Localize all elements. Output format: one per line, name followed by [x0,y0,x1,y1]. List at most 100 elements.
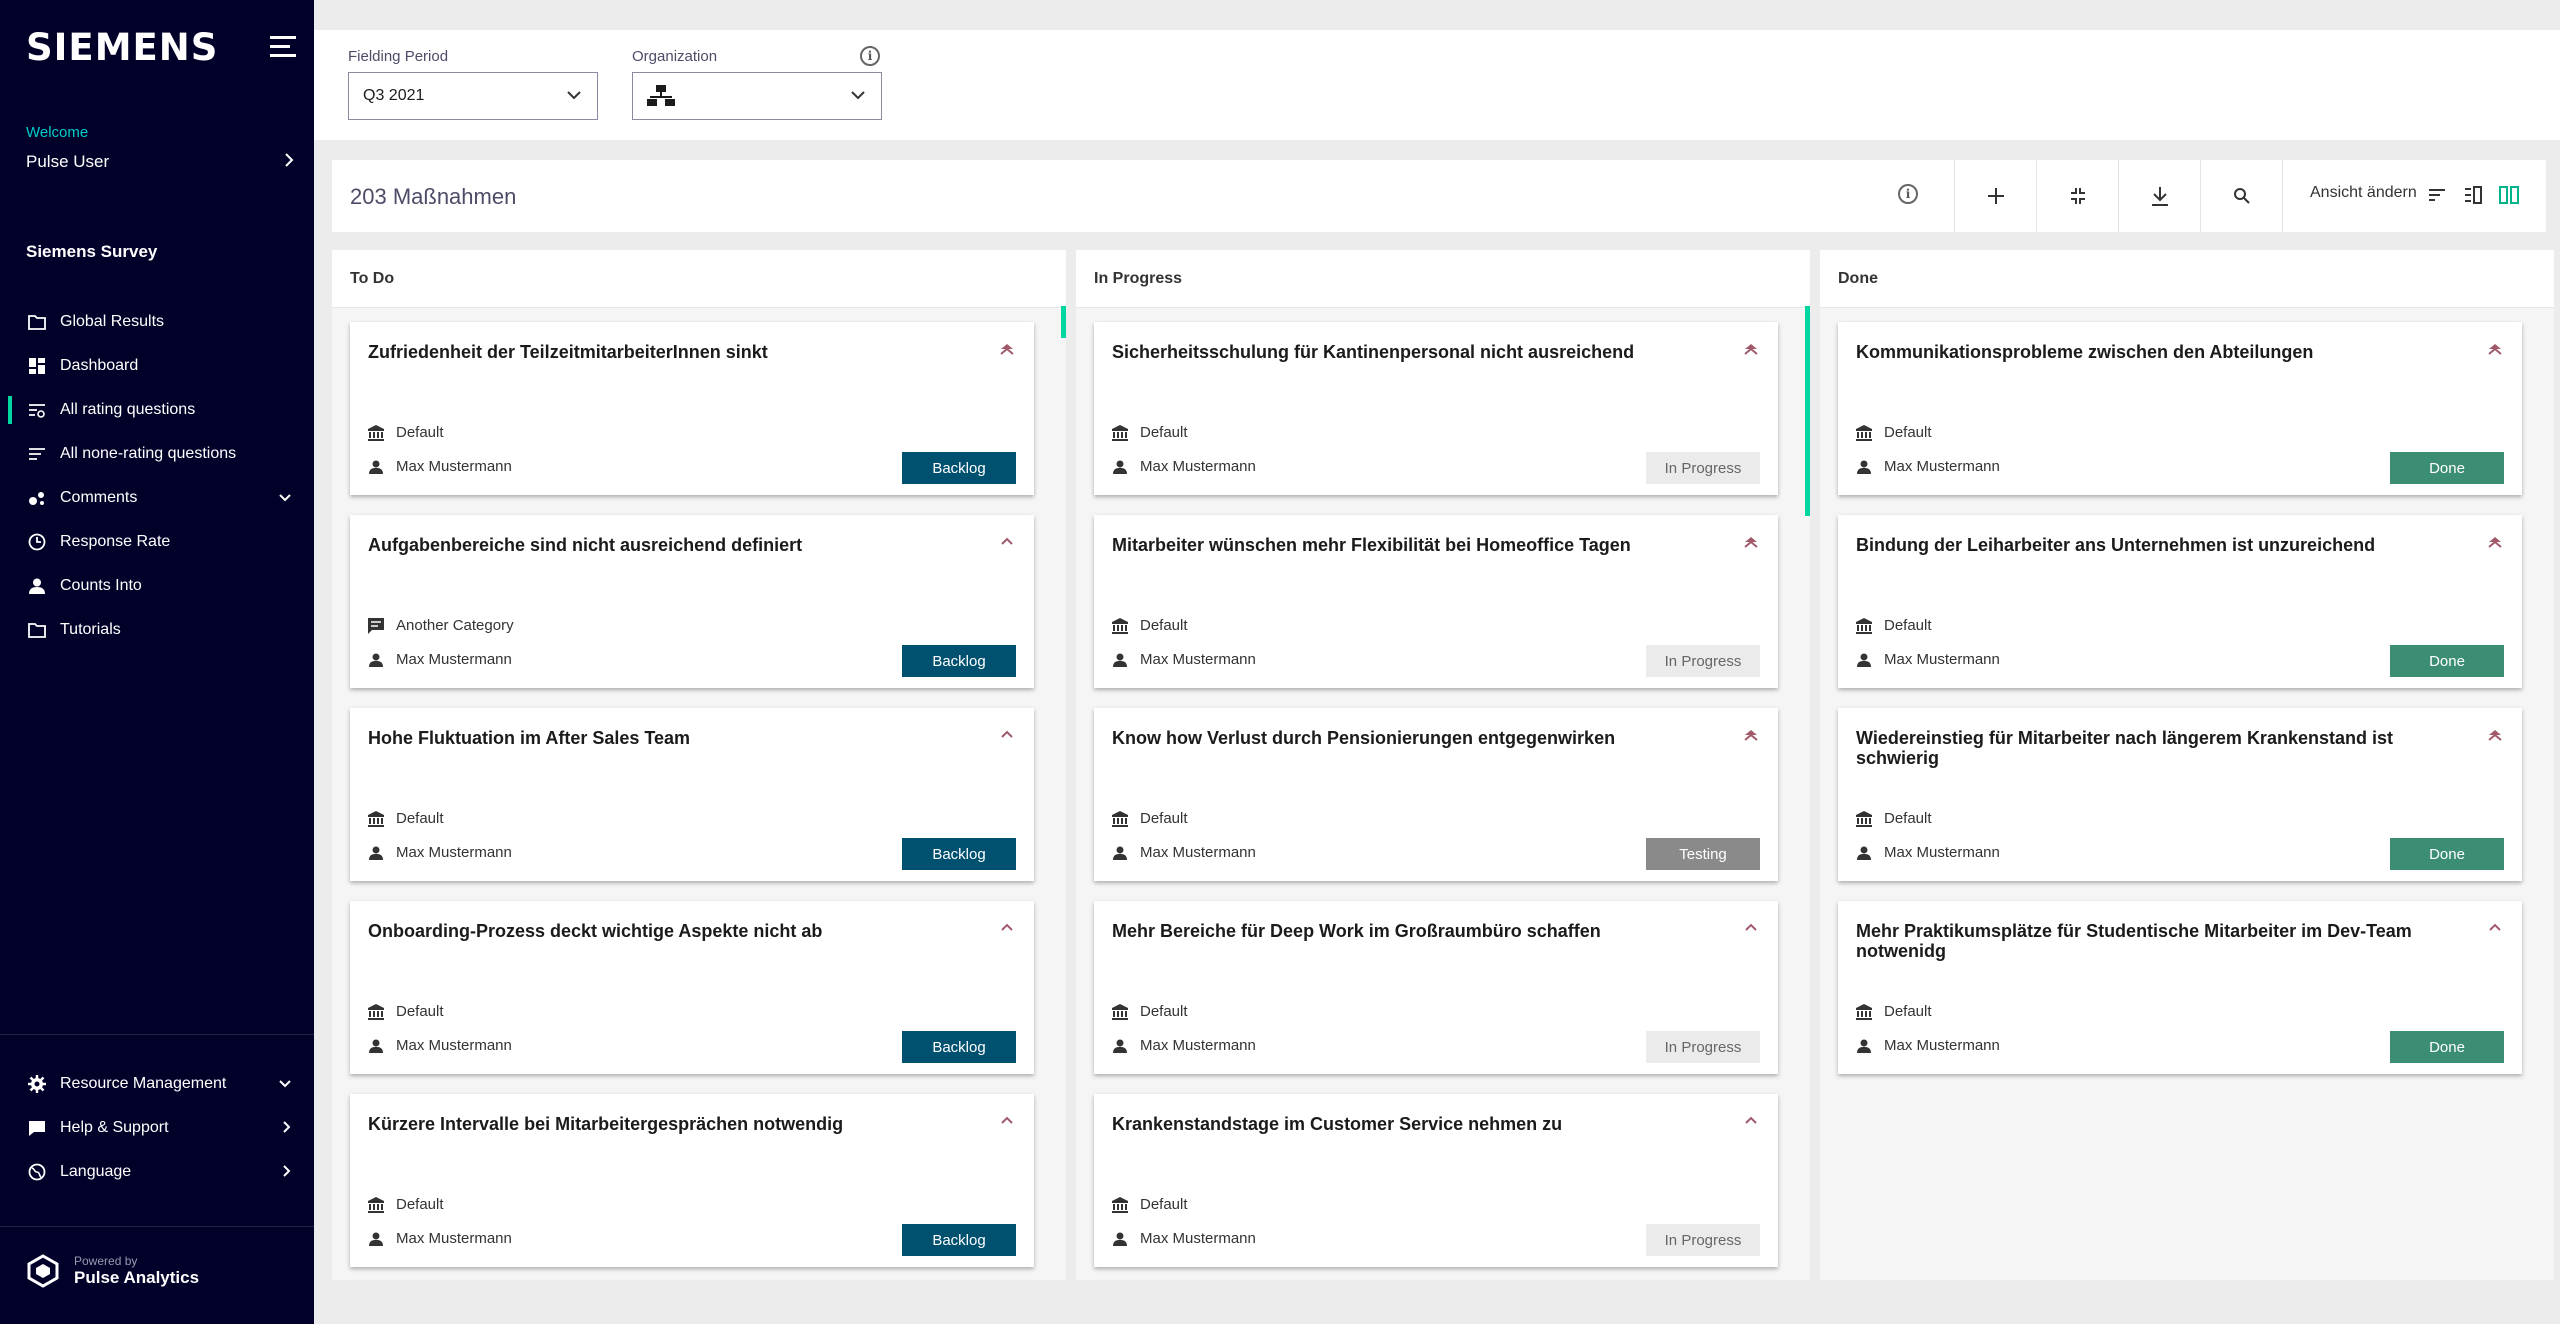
priority-highest-icon[interactable] [2488,728,2502,742]
action-card[interactable]: Know how Verlust durch Pensionierungen e… [1094,708,1778,881]
status-badge[interactable]: Backlog [902,838,1016,870]
person-icon [1112,845,1128,861]
status-badge[interactable]: Done [2390,1031,2504,1063]
action-card[interactable]: Mehr Praktikumsplätze für Studentische M… [1838,901,2522,1074]
action-card[interactable]: Hohe Fluktuation im After Sales Team Defa… [350,708,1034,881]
menu-toggle-icon[interactable] [270,36,296,58]
scrollbar[interactable] [1805,306,1810,516]
action-card[interactable]: Mitarbeiter wünschen mehr Flexibilität b… [1094,515,1778,688]
status-badge[interactable]: Done [2390,838,2504,870]
info-icon[interactable]: i [1898,184,1918,204]
chevron-down-icon [278,490,292,506]
category-label: Default [396,424,444,441]
owner-name: Max Mustermann [1884,458,2000,475]
card-category: Default [1112,424,1188,441]
gear-icon [28,1075,46,1093]
bank-icon [1112,1196,1128,1213]
priority-highest-icon[interactable] [1744,728,1758,742]
action-card[interactable]: Sicherheitsschulung für Kantinenpersonal… [1094,322,1778,495]
priority-high-icon[interactable] [1744,1114,1758,1128]
card-owner: Max Mustermann [368,844,512,861]
card-title: Zufriedenheit der TeilzeitmitarbeiterInn… [368,342,768,362]
sidebar-item-help-support[interactable]: Help & Support [0,1106,314,1150]
card-owner: Max Mustermann [1112,844,1256,861]
priority-highest-icon[interactable] [1744,535,1758,549]
user-menu[interactable]: Pulse User [26,152,294,173]
bank-icon [1112,424,1128,441]
sidebar-item-all-rating-questions[interactable]: All rating questions [0,388,314,432]
priority-high-icon[interactable] [2488,921,2502,935]
scrollbar[interactable] [1061,306,1066,338]
sidebar-item-resource-management[interactable]: Resource Management [0,1062,314,1106]
organization-select[interactable] [632,72,882,120]
status-badge[interactable]: In Progress [1646,452,1760,484]
status-badge[interactable]: Backlog [902,452,1016,484]
card-title: Kürzere Intervalle bei Mitarbeitergesprä… [368,1114,844,1134]
action-card[interactable]: Wiedereinstieg für Mitarbeiter nach läng… [1838,708,2522,881]
bank-icon [368,1003,384,1020]
card-owner: Max Mustermann [1856,458,2000,475]
priority-high-icon[interactable] [1000,921,1014,935]
board-view-icon[interactable] [2496,182,2522,208]
sidebar-item-dashboard[interactable]: Dashboard [0,344,314,388]
dashboard-icon [28,357,46,375]
status-badge[interactable]: Backlog [902,645,1016,677]
owner-name: Max Mustermann [1884,844,2000,861]
sidebar-item-counts-into[interactable]: Counts Into [0,564,314,608]
status-badge[interactable]: Backlog [902,1031,1016,1063]
list-icon [28,445,46,463]
bank-icon [368,810,384,827]
bank-icon [368,424,384,441]
fielding-period-select[interactable]: Q3 2021 [348,72,598,120]
list-view-icon[interactable] [2460,182,2486,208]
priority-highest-icon[interactable] [1000,342,1014,356]
collapse-button[interactable] [2036,160,2118,232]
owner-name: Max Mustermann [396,844,512,861]
status-badge[interactable]: Backlog [902,1224,1016,1256]
action-card[interactable]: Krankenstandstage im Customer Service ne… [1094,1094,1778,1267]
owner-name: Max Mustermann [1140,1230,1256,1247]
action-card[interactable]: Kürzere Intervalle bei Mitarbeitergesprä… [350,1094,1034,1267]
sidebar-item-tutorials[interactable]: Tutorials [0,608,314,652]
status-badge[interactable]: In Progress [1646,1224,1760,1256]
priority-high-icon[interactable] [1000,535,1014,549]
person-icon [1856,459,1872,475]
sidebar-item-language[interactable]: Language [0,1150,314,1194]
fielding-period-value: Q3 2021 [363,87,425,104]
action-card[interactable]: Onboarding-Prozess deckt wichtige Aspekt… [350,901,1034,1074]
search-button[interactable] [2200,160,2282,232]
sidebar-item-response-rate[interactable]: Response Rate [0,520,314,564]
status-badge[interactable]: In Progress [1646,1031,1760,1063]
column-in-progress: In Progress Sicherheitsschulung für Kanti… [1076,250,1810,1280]
info-icon[interactable]: i [860,46,880,66]
sidebar-item-comments[interactable]: Comments [0,476,314,520]
priority-high-icon[interactable] [1000,728,1014,742]
priority-highest-icon[interactable] [2488,342,2502,356]
add-button[interactable] [1954,160,2036,232]
priority-highest-icon[interactable] [2488,535,2502,549]
person-icon [1856,1038,1872,1054]
priority-highest-icon[interactable] [1744,342,1758,356]
status-badge[interactable]: Done [2390,452,2504,484]
download-button[interactable] [2118,160,2200,232]
status-badge[interactable]: Done [2390,645,2504,677]
column-body: Sicherheitsschulung für Kantinenpersonal… [1076,306,1810,1280]
sort-view-icon[interactable] [2424,182,2450,208]
action-card[interactable]: Aufgabenbereiche sind nicht ausreichend … [350,515,1034,688]
card-owner: Max Mustermann [1112,651,1256,668]
folder-icon [28,621,46,639]
priority-high-icon[interactable] [1000,1114,1014,1128]
powered-by: Powered by Pulse Analytics [26,1254,199,1288]
status-badge[interactable]: In Progress [1646,645,1760,677]
category-label: Default [1140,617,1188,634]
owner-name: Max Mustermann [396,651,512,668]
status-badge[interactable]: Testing [1646,838,1760,870]
sidebar-item-global-results[interactable]: Global Results [0,300,314,344]
action-card[interactable]: Kommunikationsprobleme zwischen den Abte… [1838,322,2522,495]
card-title: Aufgabenbereiche sind nicht ausreichend … [368,535,803,555]
action-card[interactable]: Mehr Bereiche für Deep Work im Großraumb… [1094,901,1778,1074]
action-card[interactable]: Zufriedenheit der TeilzeitmitarbeiterInn… [350,322,1034,495]
priority-high-icon[interactable] [1744,921,1758,935]
sidebar-item-all-none-rating-questions[interactable]: All none-rating questions [0,432,314,476]
action-card[interactable]: Bindung der Leiharbeiter ans Unternehmen… [1838,515,2522,688]
